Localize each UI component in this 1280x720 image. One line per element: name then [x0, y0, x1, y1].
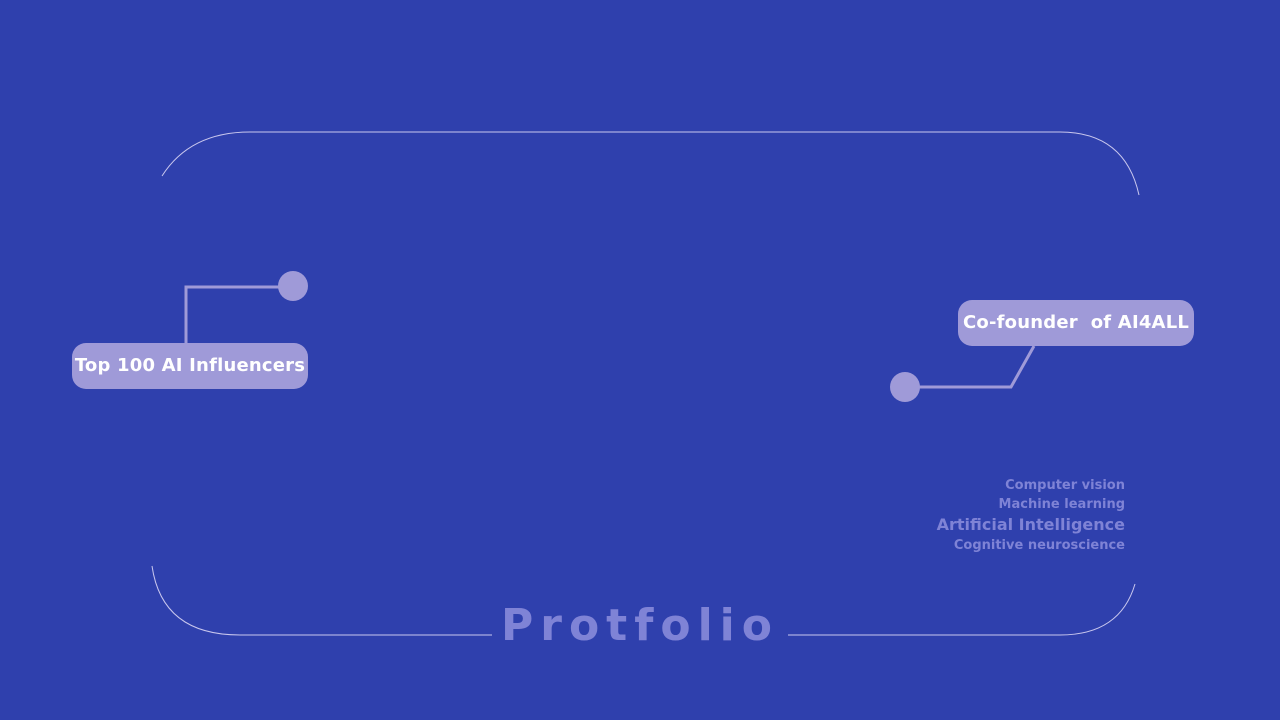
connector-dot-left: [278, 271, 308, 301]
connector-left: [184, 285, 282, 343]
skills-list: Computer vision Machine learning Artific…: [937, 476, 1125, 555]
skill-item: Artificial Intelligence: [936, 515, 1125, 534]
highlight-label: Co-founder of AI4ALL: [962, 312, 1190, 333]
highlight-label: Top 100 AI Influencers: [74, 355, 306, 376]
connector-right: [905, 345, 1036, 389]
highlight-badge-cofounder: Co-founder of AI4ALL: [958, 300, 1194, 346]
skill-item: Cognitive neuroscience: [953, 538, 1125, 553]
connector-dot-right: [890, 372, 920, 402]
highlight-badge-influencers: Top 100 AI Influencers: [72, 343, 308, 389]
page-title: Protfolio: [492, 596, 788, 656]
frame-top-outline: [161, 131, 1140, 196]
skill-item: Machine learning: [998, 497, 1125, 512]
skill-item: Computer vision: [1005, 478, 1125, 493]
